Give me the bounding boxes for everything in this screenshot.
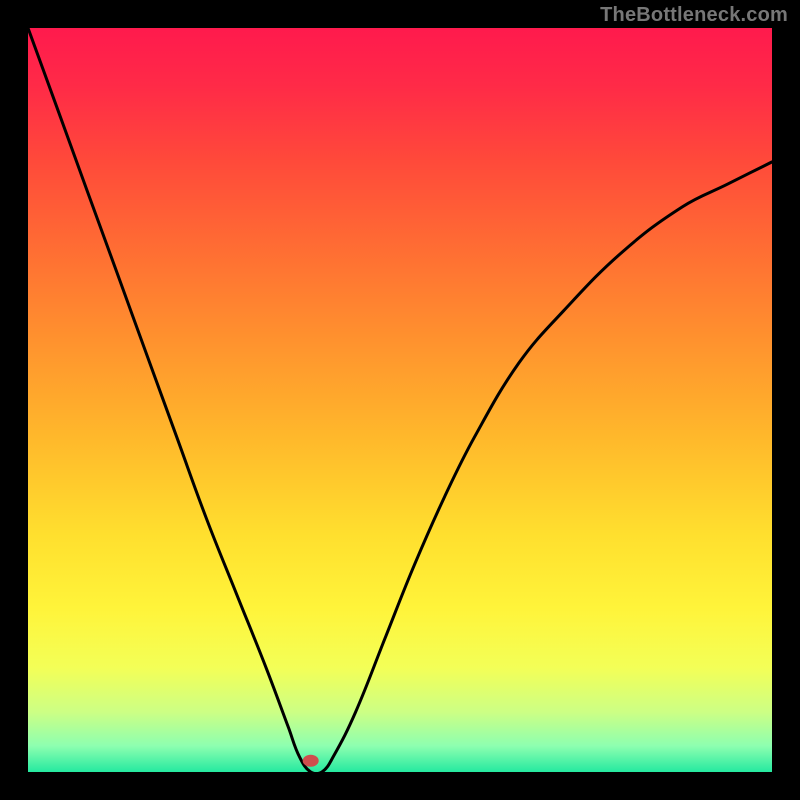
bottleneck-chart bbox=[28, 28, 772, 772]
optimal-point-marker bbox=[303, 755, 319, 767]
watermark-text: TheBottleneck.com bbox=[600, 4, 788, 27]
gradient-background bbox=[28, 28, 772, 772]
plot-area bbox=[28, 28, 772, 772]
chart-frame: TheBottleneck.com bbox=[0, 0, 800, 800]
